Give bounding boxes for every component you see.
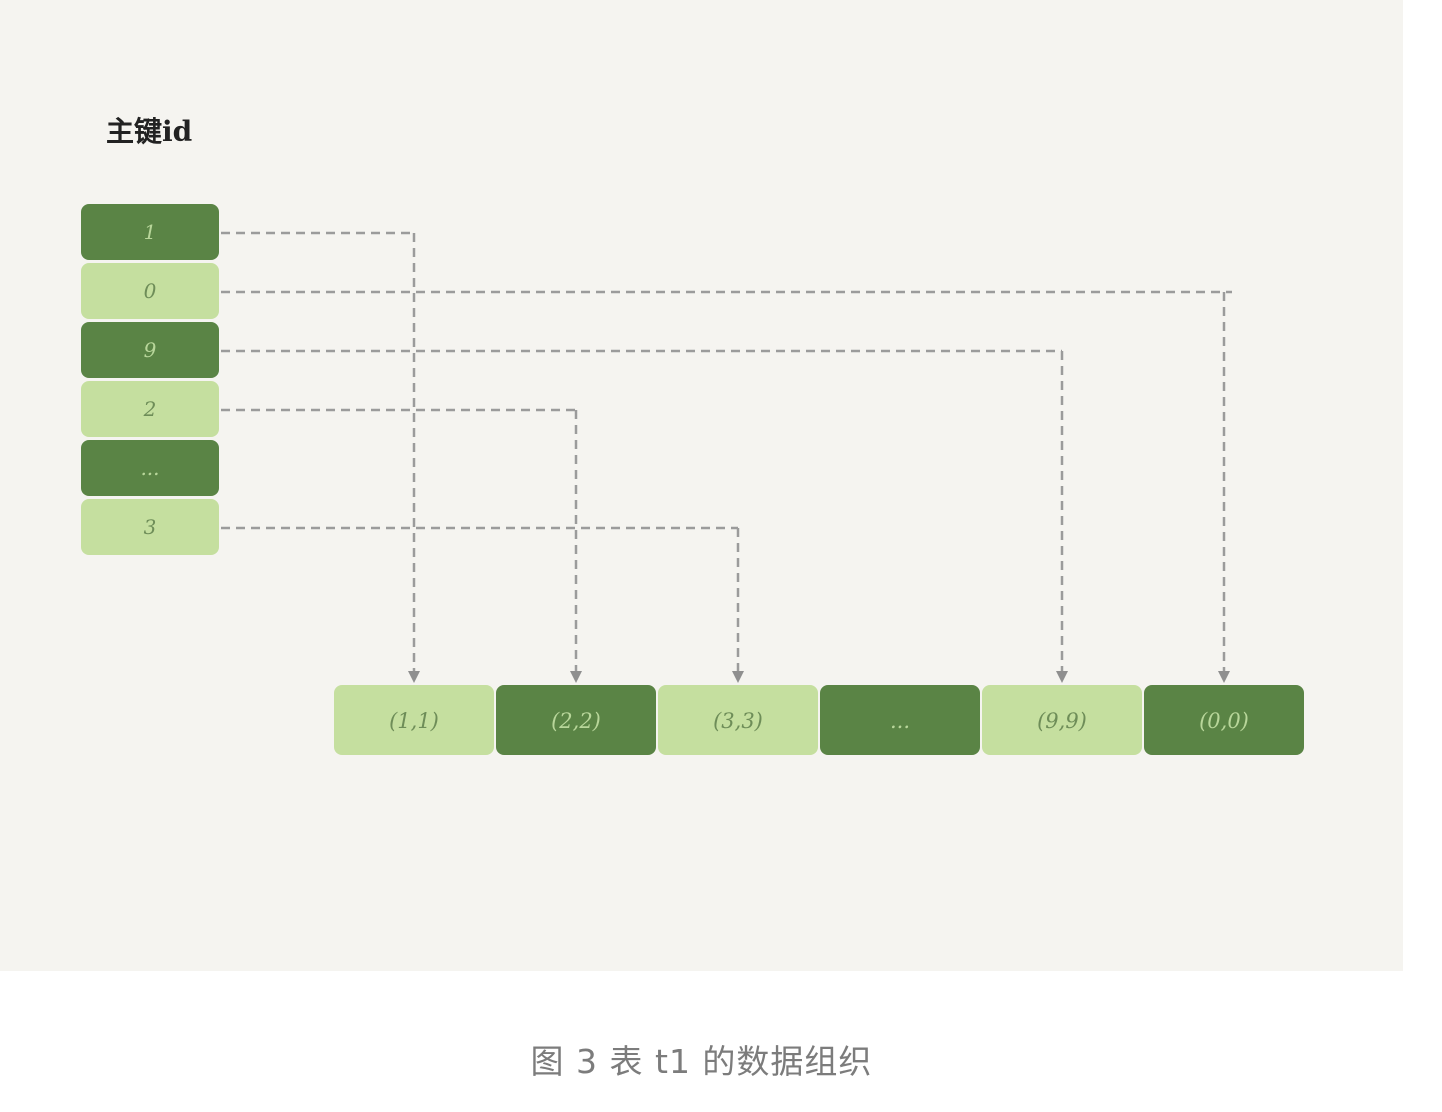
index-node-label: ...: [140, 456, 159, 480]
data-node: (2,2): [496, 685, 656, 755]
arrowhead-icon: [1218, 671, 1230, 683]
arrowhead-icon: [570, 671, 582, 683]
index-node: 3: [81, 499, 219, 555]
pointer-link: [221, 526, 744, 683]
arrowhead-icon: [1056, 671, 1068, 683]
data-node-label: (3,3): [713, 709, 763, 733]
data-node-label: (1,1): [389, 709, 439, 733]
pointer-links: [221, 231, 1232, 683]
data-node-label: (0,0): [1199, 709, 1249, 733]
index-node: 0: [81, 263, 219, 319]
data-node-label: (2,2): [551, 709, 601, 733]
index-node-label: 2: [143, 397, 157, 421]
data-node-label: ...: [890, 709, 910, 733]
index-node-label: 3: [144, 515, 157, 539]
index-title: 主键id: [106, 115, 192, 148]
data-node: (9,9): [982, 685, 1142, 755]
arrowhead-icon: [408, 671, 420, 683]
pointer-link: [221, 408, 582, 683]
primary-key-index: 1 0 9 2... 3: [81, 204, 219, 555]
index-node-label: 9: [144, 338, 157, 362]
index-data-diagram: 主键id 1 0 9 2... 3 (1,1) (2,2) (3,3)... (9,9) (0,…: [81, 115, 1304, 755]
data-node: (0,0): [1144, 685, 1304, 755]
data-rows: (1,1) (2,2) (3,3)... (9,9) (0,0): [334, 685, 1304, 755]
index-node: 2: [81, 381, 219, 437]
data-node: ...: [820, 685, 980, 755]
data-node-label: (9,9): [1037, 709, 1087, 733]
diagram-panel: 主键id 1 0 9 2... 3 (1,1) (2,2) (3,3)... (9,9) (0,…: [0, 0, 1403, 971]
pointer-line: [221, 408, 578, 671]
index-node: 9: [81, 322, 219, 378]
pointer-link: [221, 349, 1068, 683]
arrowhead-icon: [732, 671, 744, 683]
index-node: 1: [81, 204, 219, 260]
index-node-label: 1: [144, 220, 157, 244]
data-node: (3,3): [658, 685, 818, 755]
data-node: (1,1): [334, 685, 494, 755]
pointer-line: [221, 231, 416, 671]
figure-caption: 图 3 表 t1 的数据组织: [530, 1042, 873, 1081]
pointer-line: [221, 526, 740, 671]
pointer-line: [221, 349, 1064, 671]
index-node-label: 0: [144, 279, 157, 303]
pointer-line: [221, 290, 1232, 671]
index-node: ...: [81, 440, 219, 496]
pointer-link: [221, 231, 420, 683]
